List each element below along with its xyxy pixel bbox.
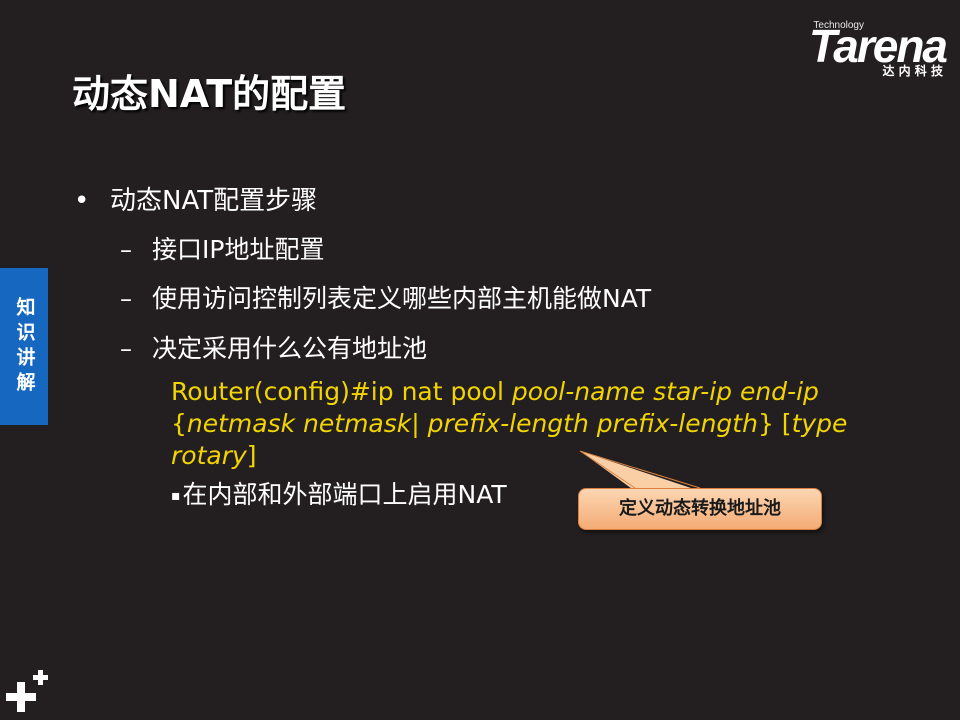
- command-type-word: type: [791, 409, 848, 438]
- command-rotary-word: rotary: [171, 441, 247, 470]
- callout-text: 定义动态转换地址池: [619, 498, 781, 519]
- callout-tail: [579, 450, 701, 491]
- enable-nat-text: 在内部和外部端口上启用NAT: [182, 480, 507, 509]
- sub-item-text: 接口IP地址配置: [152, 235, 325, 264]
- plus-mark-large: [6, 682, 36, 712]
- sub-item-text: 决定采用什么公有地址池: [152, 334, 428, 363]
- slide: Technology Tarena 达 内 科 技 知识讲解 动态NAT的配置 …: [0, 0, 960, 720]
- sub-item-marker: –: [120, 335, 132, 363]
- command-brace-close: } [: [757, 409, 792, 438]
- command-brace-open: {: [171, 409, 187, 438]
- callout-box: 定义动态转换地址池: [578, 488, 822, 530]
- command-line-3: rotary]: [171, 440, 847, 472]
- logo-wordmark: Tarena: [808, 20, 948, 72]
- side-tab: 知识讲解: [0, 268, 48, 425]
- side-tab-label: 知识讲解: [13, 296, 36, 397]
- square-bullet: ▪: [171, 488, 181, 504]
- slide-title: 动态NAT的配置: [72, 72, 347, 116]
- enable-nat-line: ▪在内部和外部端口上启用NAT: [171, 480, 507, 511]
- command-prefix-arg: prefix-length prefix-length: [427, 409, 758, 438]
- sub-item-text: 使用访问控制列表定义哪些内部主机能做NAT: [152, 284, 652, 313]
- logo-subtitle: 达 内 科 技: [882, 64, 943, 78]
- command-pool-args: pool-name star-ip end-ip: [511, 377, 819, 406]
- bullet-text: 动态NAT配置步骤: [110, 186, 318, 216]
- command-syntax: Router(config)#ip nat pool pool-name sta…: [171, 376, 847, 472]
- command-bracket-close: ]: [246, 441, 257, 470]
- plus-mark-small: [33, 670, 48, 685]
- command-netmask-arg: netmask netmask: [186, 409, 412, 438]
- sub-item-marker: –: [120, 285, 132, 313]
- command-line-1: Router(config)#ip nat pool pool-name sta…: [171, 376, 847, 408]
- command-line-2: {netmask netmask| prefix-length prefix-l…: [171, 408, 847, 440]
- sub-item-marker: –: [120, 236, 132, 264]
- bullet-marker: •: [74, 186, 90, 216]
- command-prefix: Router(config)#ip nat pool: [171, 377, 512, 406]
- command-pipe: |: [411, 409, 428, 438]
